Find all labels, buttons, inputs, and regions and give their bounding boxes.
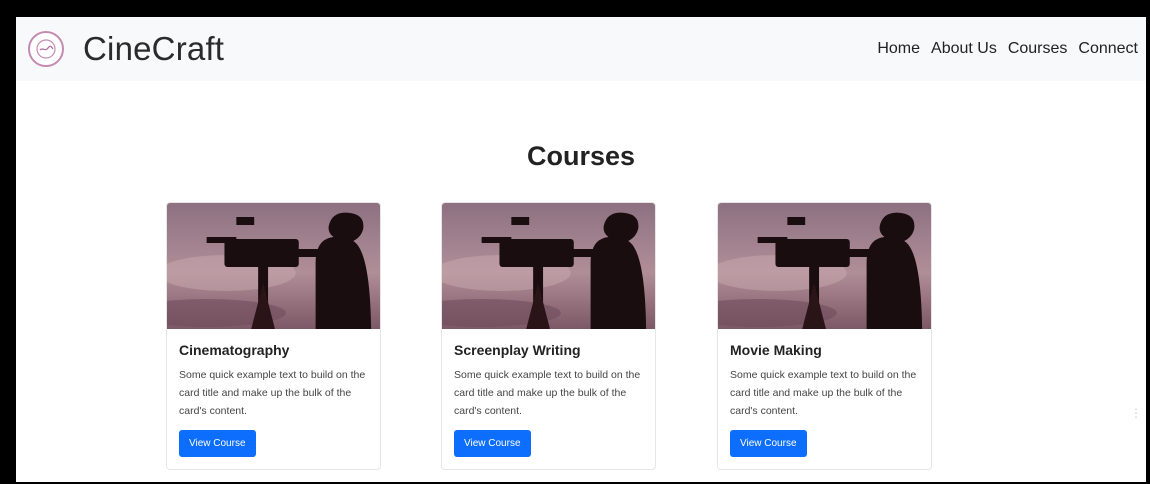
page-title: Courses xyxy=(526,141,636,171)
view-course-button[interactable]: View Course xyxy=(454,430,531,457)
card-text: Some quick example text to build on the … xyxy=(730,369,917,417)
card-text: Some quick example text to build on the … xyxy=(454,369,641,417)
navbar: CineCraft Home About Us Courses Connect xyxy=(16,17,1146,81)
course-image xyxy=(718,203,931,329)
browser-viewport: CineCraft Home About Us Courses Connect … xyxy=(16,17,1146,482)
course-image xyxy=(442,203,655,329)
card-title: Screenplay Writing xyxy=(454,342,581,358)
course-card-movie-making: Movie Making Some quick example text to … xyxy=(717,202,932,470)
scroll-indicator-icon[interactable]: ⋮ xyxy=(1130,406,1142,424)
nav-link-home[interactable]: Home xyxy=(877,40,920,58)
course-card-cinematography: Cinematography Some quick example text t… xyxy=(166,202,381,470)
nav-link-about[interactable]: About Us xyxy=(931,40,997,58)
brand-name[interactable]: CineCraft xyxy=(83,30,224,68)
card-title: Movie Making xyxy=(730,342,822,358)
view-course-button[interactable]: View Course xyxy=(730,430,807,457)
nav-links: Home About Us Courses Connect xyxy=(877,40,1138,58)
course-card-screenplay-writing: Screenplay Writing Some quick example te… xyxy=(441,202,656,470)
course-image xyxy=(167,203,380,329)
card-text: Some quick example text to build on the … xyxy=(179,369,366,417)
card-title: Cinematography xyxy=(179,342,290,358)
nav-link-courses[interactable]: Courses xyxy=(1008,40,1068,58)
nav-link-connect[interactable]: Connect xyxy=(1078,40,1138,58)
logo-icon[interactable] xyxy=(28,31,64,67)
view-course-button[interactable]: View Course xyxy=(179,430,256,457)
